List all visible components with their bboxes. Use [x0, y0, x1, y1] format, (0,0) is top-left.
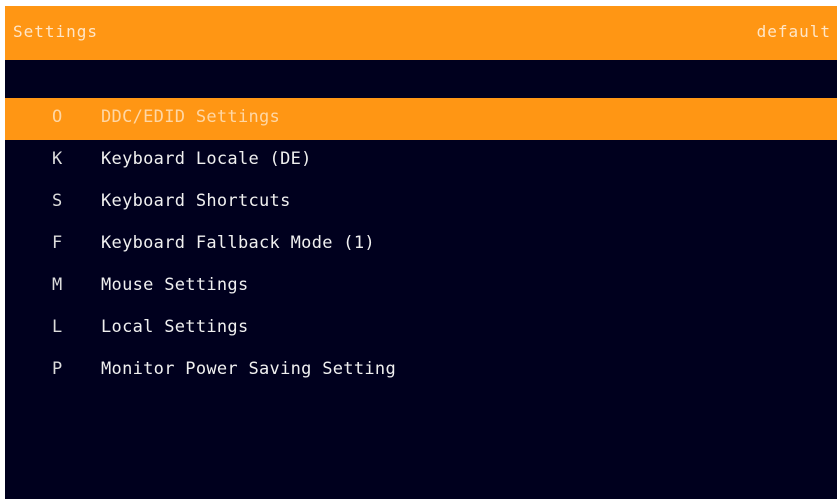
- header-bar: Settings default: [5, 6, 837, 60]
- menu-item-monitor-power-saving[interactable]: P Monitor Power Saving Setting: [5, 350, 837, 392]
- menu-hotkey: L: [52, 317, 63, 337]
- page-title: Settings: [13, 22, 99, 41]
- menu-hotkey: M: [52, 275, 63, 295]
- menu-hotkey: O: [52, 107, 63, 127]
- profile-name: default: [756, 22, 831, 41]
- menu-hotkey: F: [52, 233, 63, 253]
- menu-label: Keyboard Fallback Mode (1): [101, 233, 375, 253]
- menu-item-keyboard-shortcuts[interactable]: S Keyboard Shortcuts: [5, 182, 837, 224]
- menu-hotkey: K: [52, 149, 63, 169]
- menu-item-local-settings[interactable]: L Local Settings: [5, 308, 837, 350]
- menu-label: Mouse Settings: [101, 275, 249, 295]
- menu-hotkey: P: [52, 359, 63, 379]
- menu-hotkey: S: [52, 191, 63, 211]
- menu-label: Monitor Power Saving Setting: [101, 359, 396, 379]
- menu-item-keyboard-fallback-mode[interactable]: F Keyboard Fallback Mode (1): [5, 224, 837, 266]
- menu-item-ddc-edid-settings[interactable]: O DDC/EDID Settings: [5, 98, 837, 140]
- menu-item-mouse-settings[interactable]: M Mouse Settings: [5, 266, 837, 308]
- menu-label: DDC/EDID Settings: [101, 107, 281, 127]
- menu-label: Local Settings: [101, 317, 249, 337]
- menu-label: Keyboard Shortcuts: [101, 191, 291, 211]
- menu-item-keyboard-locale[interactable]: K Keyboard Locale (DE): [5, 140, 837, 182]
- menu-label: Keyboard Locale (DE): [101, 149, 312, 169]
- osd-screen: Settings default O DDC/EDID Settings K K…: [5, 6, 837, 499]
- settings-menu: O DDC/EDID Settings K Keyboard Locale (D…: [5, 98, 837, 392]
